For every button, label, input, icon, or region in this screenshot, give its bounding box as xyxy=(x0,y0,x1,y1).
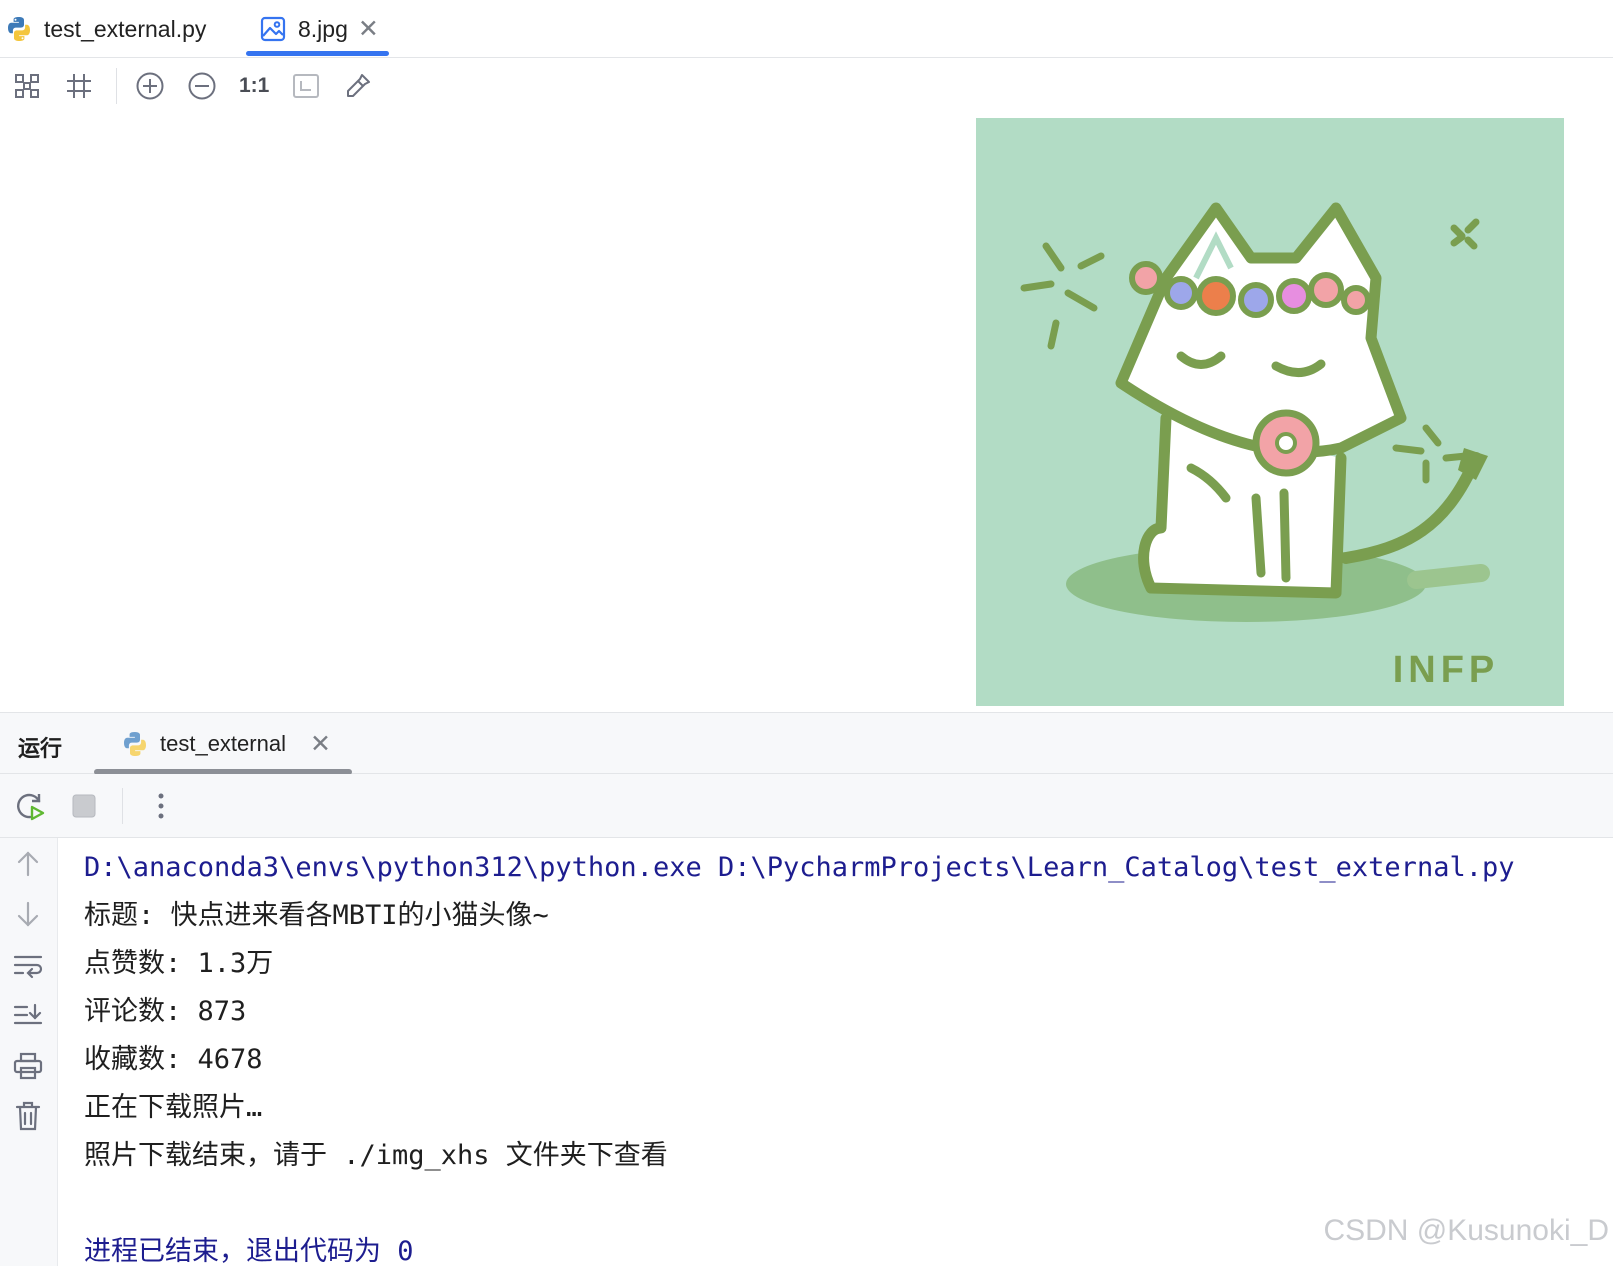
trash-icon[interactable] xyxy=(12,1100,44,1132)
tab-test-external-py[interactable]: test_external.py xyxy=(4,0,206,58)
console-output[interactable]: D:\anaconda3\envs\python312\python.exe D… xyxy=(84,844,1604,1266)
toolbar-separator xyxy=(116,68,117,104)
console-side-toolbar xyxy=(0,838,58,1266)
actual-size-button[interactable]: 1:1 xyxy=(239,74,269,98)
image-preview: INFP xyxy=(976,118,1564,706)
run-toolbar xyxy=(0,774,1613,838)
close-icon[interactable]: ✕ xyxy=(358,16,379,42)
console-line: 收藏数: 4678 xyxy=(84,1044,263,1075)
zoom-in-icon[interactable] xyxy=(135,71,165,101)
run-panel-title: 运行 xyxy=(18,736,63,761)
csdn-watermark: CSDN @Kusunoki_D xyxy=(1323,1214,1609,1247)
scroll-up-icon[interactable] xyxy=(12,848,44,880)
run-panel-header: 运行 test_external ✕ xyxy=(0,712,1613,775)
color-picker-icon[interactable] xyxy=(343,71,373,101)
tab-label: 8.jpg xyxy=(298,15,348,42)
console-line: 标题: 快点进来看各MBTI的小猫头像~ xyxy=(84,900,549,931)
tab-8-jpg[interactable]: 8.jpg ✕ xyxy=(246,0,389,58)
console-line: 照片下载结束，请于 ./img_xhs 文件夹下查看 xyxy=(84,1140,668,1171)
toolbar-separator xyxy=(122,787,123,824)
print-icon[interactable] xyxy=(12,1050,44,1082)
scroll-to-end-icon[interactable] xyxy=(12,1000,44,1032)
run-tab-label: test_external xyxy=(160,731,286,756)
tab-label: test_external.py xyxy=(44,15,207,42)
image-file-icon xyxy=(258,14,288,44)
python-run-icon xyxy=(120,729,150,759)
more-options-icon[interactable] xyxy=(145,790,177,822)
fit-zoom-icon[interactable] xyxy=(12,71,42,101)
console-line: 正在下载照片… xyxy=(84,1092,263,1123)
scroll-down-icon[interactable] xyxy=(12,898,44,930)
grid-icon[interactable] xyxy=(64,71,94,101)
editor-tab-bar: test_external.py 8.jpg ✕ xyxy=(0,0,1613,58)
stop-icon[interactable] xyxy=(68,790,100,822)
watermark-infp: INFP xyxy=(1393,649,1500,691)
run-tab-test-external[interactable]: test_external ✕ xyxy=(94,713,352,775)
console-line: 点赞数: 1.3万 xyxy=(84,948,274,979)
close-icon[interactable]: ✕ xyxy=(310,729,331,759)
image-viewer-toolbar: 1:1 xyxy=(0,58,1613,114)
fit-window-icon[interactable] xyxy=(291,71,321,101)
python-file-icon xyxy=(4,14,34,44)
rerun-icon[interactable] xyxy=(14,790,46,822)
console-line: 评论数: 873 xyxy=(84,996,247,1027)
soft-wrap-icon[interactable] xyxy=(12,950,44,982)
console-line: D:\anaconda3\envs\python312\python.exe D… xyxy=(84,852,1515,883)
active-tab-indicator xyxy=(246,51,389,56)
zoom-out-icon[interactable] xyxy=(187,71,217,101)
